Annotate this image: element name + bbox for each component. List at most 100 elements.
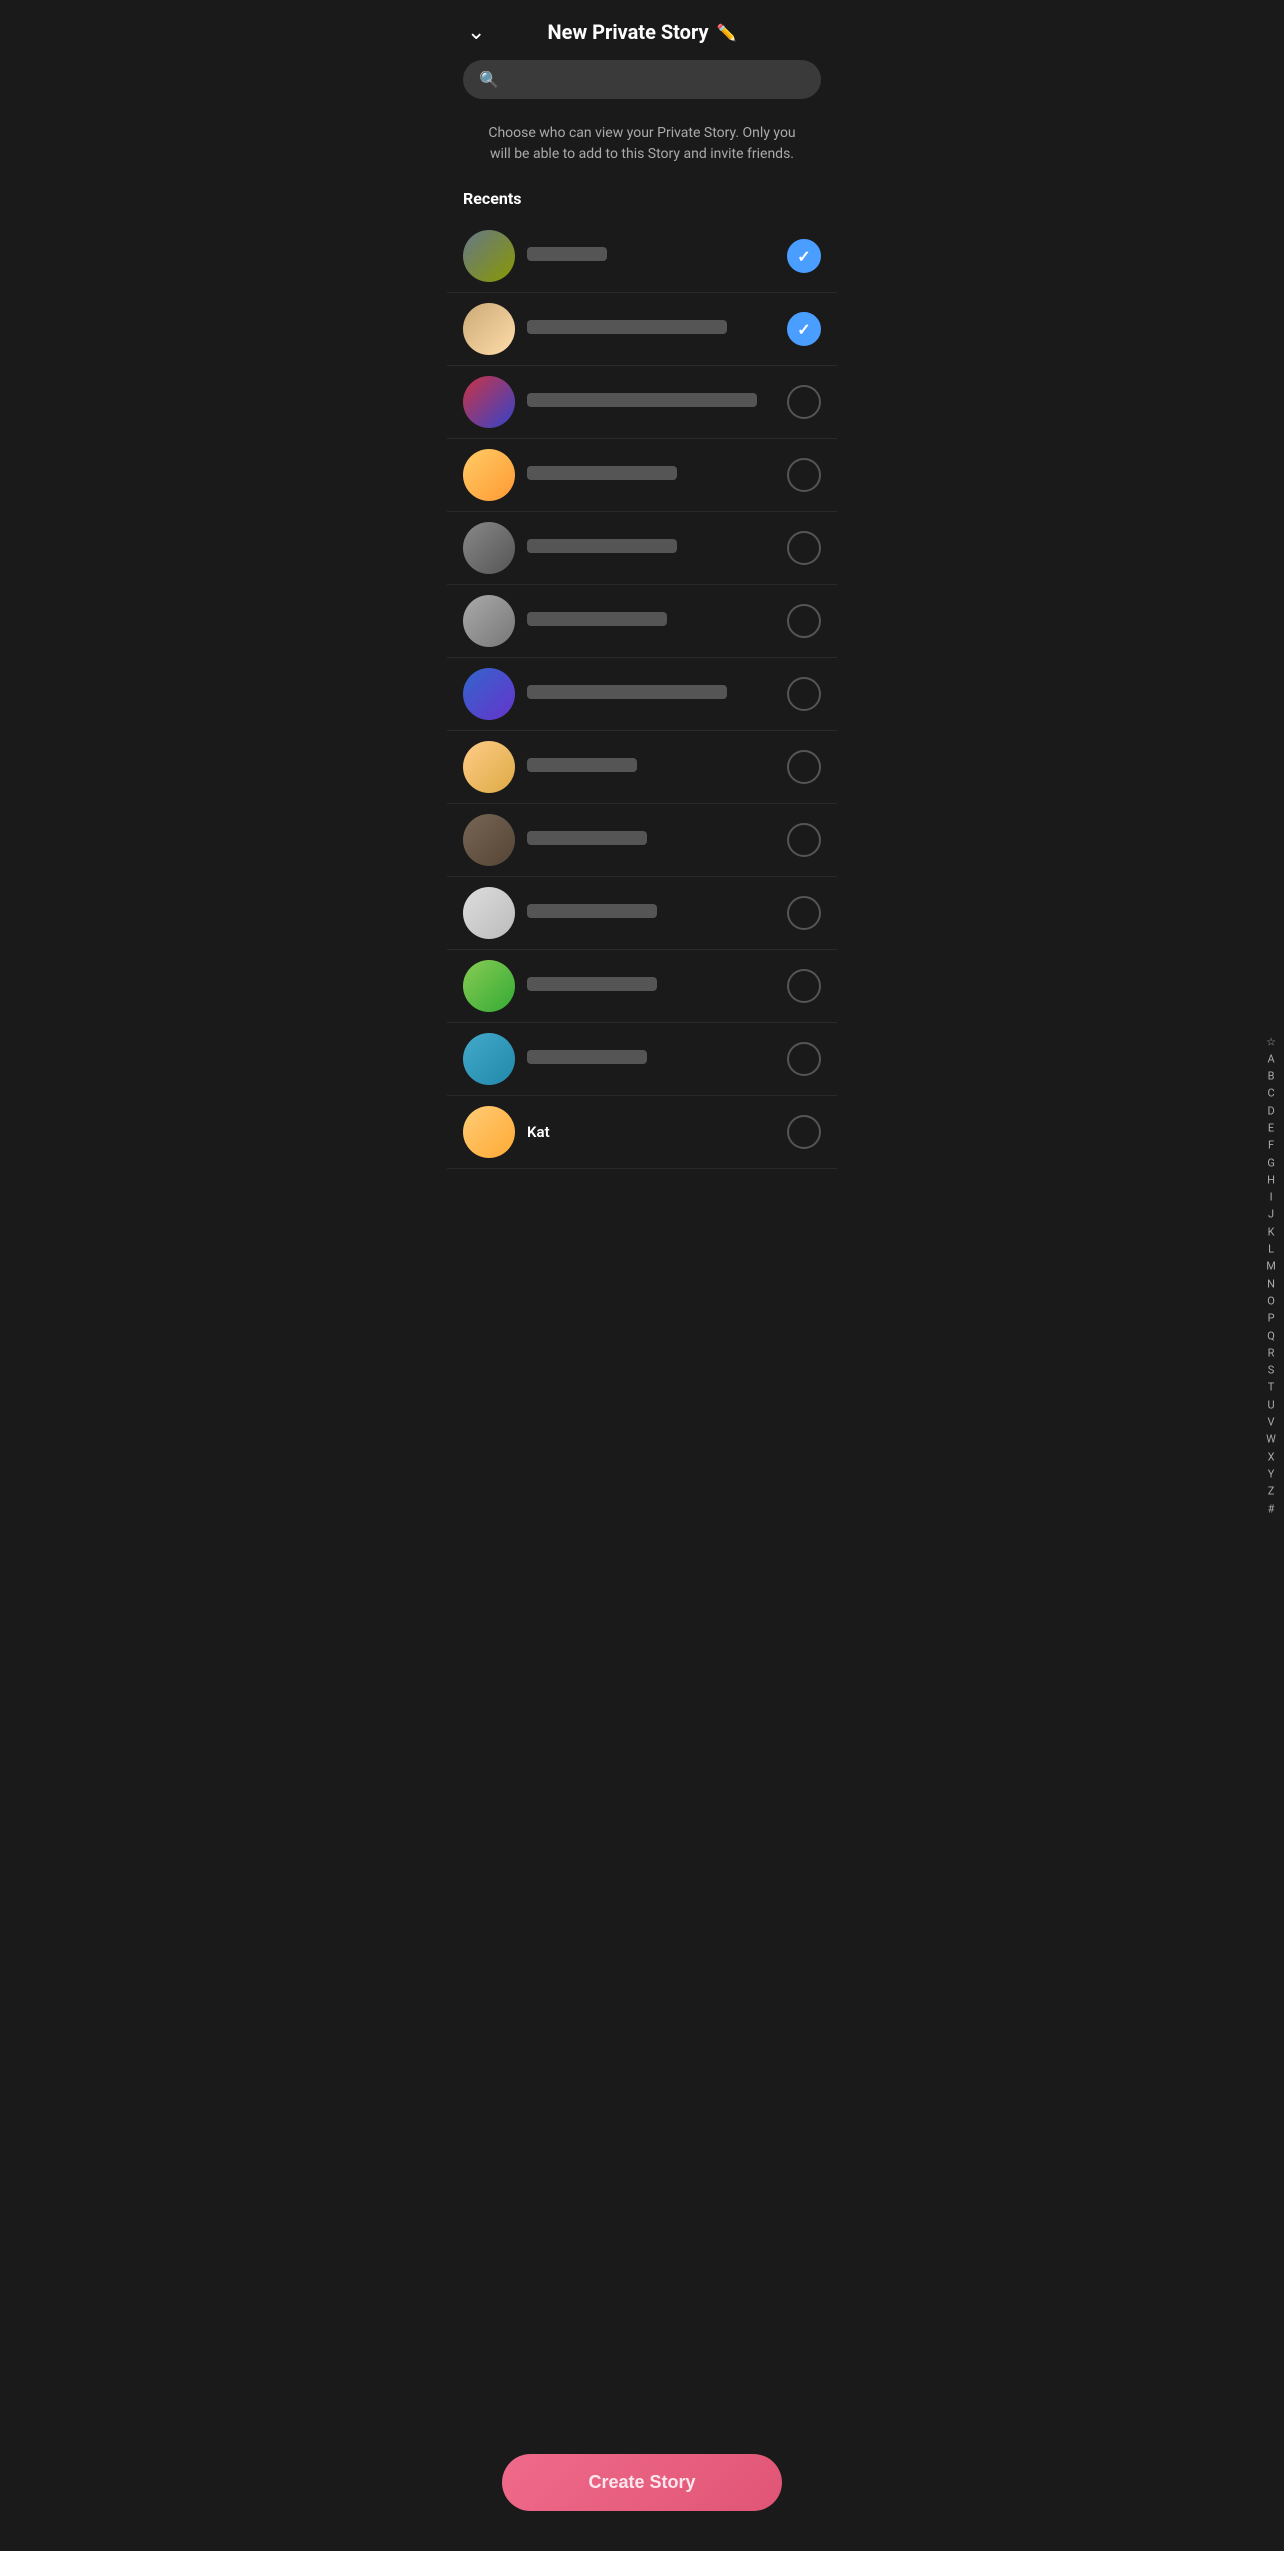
contact-info: Kat bbox=[527, 1123, 775, 1141]
contact-checkbox[interactable] bbox=[787, 823, 821, 857]
contact-item[interactable] bbox=[447, 439, 837, 512]
contact-info bbox=[527, 1050, 775, 1069]
contact-item[interactable] bbox=[447, 731, 837, 804]
contact-checkbox[interactable] bbox=[787, 750, 821, 784]
contact-name-placeholder bbox=[527, 977, 657, 991]
alphabet-index: ☆ABCDEFGHIJKLMNOPQRSTUVWXYZ# bbox=[1262, 1034, 1280, 1517]
contact-checkbox[interactable] bbox=[787, 458, 821, 492]
alphabet-letter[interactable]: N bbox=[1262, 1276, 1280, 1292]
contact-info bbox=[527, 612, 775, 631]
search-input-wrapper: 🔍 bbox=[463, 60, 821, 99]
alphabet-letter[interactable]: A bbox=[1262, 1051, 1280, 1067]
contact-info bbox=[527, 320, 775, 339]
contact-item[interactable] bbox=[447, 877, 837, 950]
alphabet-letter[interactable]: K bbox=[1262, 1224, 1280, 1240]
contact-item[interactable] bbox=[447, 1023, 837, 1096]
contact-info bbox=[527, 758, 775, 777]
alphabet-letter[interactable]: # bbox=[1262, 1501, 1280, 1517]
alphabet-letter[interactable]: F bbox=[1262, 1138, 1280, 1154]
alphabet-letter[interactable]: Z bbox=[1262, 1484, 1280, 1500]
contact-info bbox=[527, 539, 775, 558]
alphabet-letter[interactable]: R bbox=[1262, 1345, 1280, 1361]
contact-item[interactable] bbox=[447, 804, 837, 877]
contact-name-placeholder bbox=[527, 320, 727, 334]
contact-checkbox[interactable]: ✓ bbox=[787, 239, 821, 273]
contact-checkbox[interactable] bbox=[787, 1042, 821, 1076]
page-title: New Private Story ✏️ bbox=[548, 20, 737, 44]
avatar bbox=[463, 595, 515, 647]
avatar bbox=[463, 960, 515, 1012]
alphabet-letter[interactable]: S bbox=[1262, 1362, 1280, 1378]
search-bar: 🔍 bbox=[447, 60, 837, 115]
contact-checkbox[interactable] bbox=[787, 1115, 821, 1149]
alphabet-letter[interactable]: J bbox=[1262, 1207, 1280, 1223]
avatar bbox=[463, 1106, 515, 1158]
description-text: Choose who can view your Private Story. … bbox=[447, 115, 837, 189]
contact-name-placeholder bbox=[527, 612, 667, 626]
contact-item[interactable] bbox=[447, 366, 837, 439]
alphabet-letter[interactable]: P bbox=[1262, 1311, 1280, 1327]
contact-name-placeholder bbox=[527, 1050, 647, 1064]
contact-checkbox[interactable] bbox=[787, 531, 821, 565]
avatar bbox=[463, 522, 515, 574]
contact-name-placeholder bbox=[527, 758, 637, 772]
alphabet-letter[interactable]: L bbox=[1262, 1241, 1280, 1257]
contact-name-placeholder bbox=[527, 539, 677, 553]
avatar bbox=[463, 887, 515, 939]
avatar bbox=[463, 741, 515, 793]
back-button[interactable]: ⌄ bbox=[467, 20, 485, 45]
contact-checkbox[interactable] bbox=[787, 896, 821, 930]
search-input[interactable] bbox=[509, 71, 805, 88]
search-icon: 🔍 bbox=[479, 70, 499, 89]
contact-info bbox=[527, 977, 775, 996]
contact-info bbox=[527, 466, 775, 485]
contact-item[interactable] bbox=[447, 950, 837, 1023]
edit-icon: ✏️ bbox=[717, 23, 737, 42]
contact-checkbox[interactable] bbox=[787, 385, 821, 419]
contact-name-placeholder bbox=[527, 685, 727, 699]
alphabet-letter[interactable]: I bbox=[1262, 1190, 1280, 1206]
contact-checkbox[interactable] bbox=[787, 969, 821, 1003]
contact-item[interactable]: Kat bbox=[447, 1096, 837, 1169]
header: ⌄ New Private Story ✏️ bbox=[447, 0, 837, 60]
recents-label: Recents bbox=[447, 189, 837, 220]
contact-name-placeholder bbox=[527, 904, 657, 918]
alphabet-letter[interactable]: X bbox=[1262, 1449, 1280, 1465]
contact-name-placeholder bbox=[527, 393, 757, 407]
alphabet-letter[interactable]: C bbox=[1262, 1086, 1280, 1102]
alphabet-letter[interactable]: Y bbox=[1262, 1466, 1280, 1482]
contact-info bbox=[527, 685, 775, 704]
contact-item[interactable] bbox=[447, 658, 837, 731]
contact-info bbox=[527, 831, 775, 850]
avatar bbox=[463, 449, 515, 501]
contact-checkbox[interactable] bbox=[787, 604, 821, 638]
contact-item[interactable] bbox=[447, 585, 837, 658]
contact-info bbox=[527, 247, 775, 266]
alphabet-letter[interactable]: B bbox=[1262, 1068, 1280, 1084]
contact-info bbox=[527, 393, 775, 412]
avatar bbox=[463, 303, 515, 355]
alphabet-letter[interactable]: U bbox=[1262, 1397, 1280, 1413]
contact-item[interactable]: ✓ bbox=[447, 293, 837, 366]
alphabet-letter[interactable]: D bbox=[1262, 1103, 1280, 1119]
contact-item[interactable] bbox=[447, 512, 837, 585]
alphabet-letter[interactable]: H bbox=[1262, 1172, 1280, 1188]
alphabet-letter[interactable]: G bbox=[1262, 1155, 1280, 1171]
alphabet-letter[interactable]: ☆ bbox=[1262, 1034, 1280, 1050]
alphabet-letter[interactable]: M bbox=[1262, 1259, 1280, 1275]
avatar bbox=[463, 230, 515, 282]
alphabet-letter[interactable]: W bbox=[1262, 1432, 1280, 1448]
contact-item[interactable]: ✓ bbox=[447, 220, 837, 293]
alphabet-letter[interactable]: T bbox=[1262, 1380, 1280, 1396]
create-story-button[interactable]: Create Story bbox=[502, 2454, 782, 2511]
contacts-list: ✓ ✓ Kat bbox=[447, 220, 837, 1169]
contact-name: Kat bbox=[527, 1123, 775, 1141]
avatar bbox=[463, 814, 515, 866]
alphabet-letter[interactable]: O bbox=[1262, 1293, 1280, 1309]
alphabet-letter[interactable]: V bbox=[1262, 1414, 1280, 1430]
contact-checkbox[interactable] bbox=[787, 677, 821, 711]
contact-info bbox=[527, 904, 775, 923]
contact-checkbox[interactable]: ✓ bbox=[787, 312, 821, 346]
alphabet-letter[interactable]: Q bbox=[1262, 1328, 1280, 1344]
alphabet-letter[interactable]: E bbox=[1262, 1120, 1280, 1136]
